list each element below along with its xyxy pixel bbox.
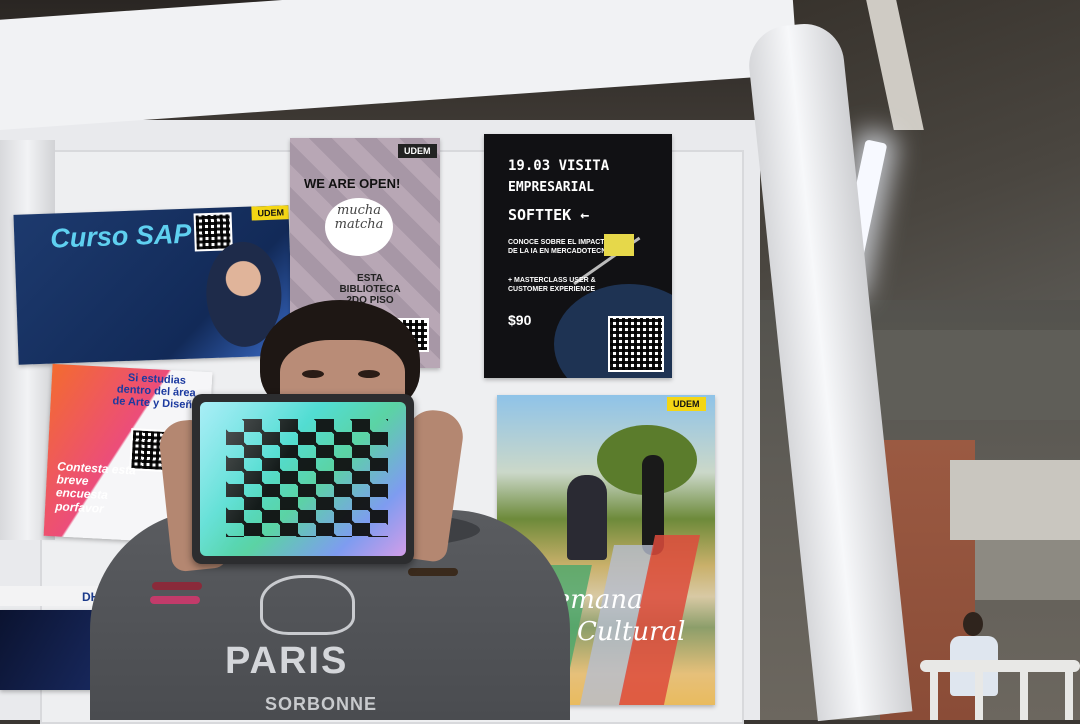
hoodie-text: PARIS — [225, 640, 349, 682]
poster-line: EMPRESARIAL — [508, 180, 595, 195]
poster-date-line: 19.03 VISITA — [508, 158, 610, 174]
poster-description: + MASTERCLASS USER & CUSTOMER EXPERIENCE — [508, 277, 596, 294]
bracelet — [152, 582, 202, 590]
mucha-matcha-logo: mucha matcha — [325, 198, 393, 256]
tablet — [192, 394, 414, 564]
railing-post — [1065, 665, 1073, 720]
tablet-screen — [200, 402, 406, 556]
bracelet — [150, 596, 200, 604]
railing-post — [975, 665, 983, 720]
screen-glare — [200, 402, 406, 556]
qr-code — [608, 316, 664, 372]
eye — [302, 370, 324, 378]
eye — [358, 370, 380, 378]
sticky-note — [604, 234, 634, 256]
poster-description: CONOCE SOBRE EL IMPACTO DE LA IA EN MERC… — [508, 239, 614, 256]
location-line: ESTA — [357, 273, 383, 284]
location-line: BIBLIOTECA — [339, 284, 401, 295]
udem-tag: UDEM — [398, 144, 437, 158]
hoodie-subtext: SORBONNE — [265, 694, 378, 714]
poster-title: Curso SAP — [49, 218, 192, 254]
railing-post — [930, 665, 938, 720]
hoodie-crest-emblem — [260, 575, 355, 635]
poster-company: SOFTTEK ← — [508, 206, 590, 224]
concrete-band — [860, 330, 1080, 420]
logo-line: mucha — [336, 203, 382, 218]
background-person-head — [963, 612, 983, 636]
bracelet — [408, 568, 458, 576]
cellist-graphic — [567, 475, 607, 560]
udem-tag: UDEM — [251, 205, 291, 221]
logo-line: matcha — [334, 217, 384, 233]
poster-title: Cultural — [577, 617, 686, 647]
balcony — [950, 460, 1080, 540]
udem-tag: UDEM — [667, 397, 706, 411]
railing — [920, 660, 1080, 672]
balcony-lower — [975, 540, 1080, 600]
railing-post — [1020, 665, 1028, 720]
poster-headline: WE ARE OPEN! — [304, 176, 401, 191]
